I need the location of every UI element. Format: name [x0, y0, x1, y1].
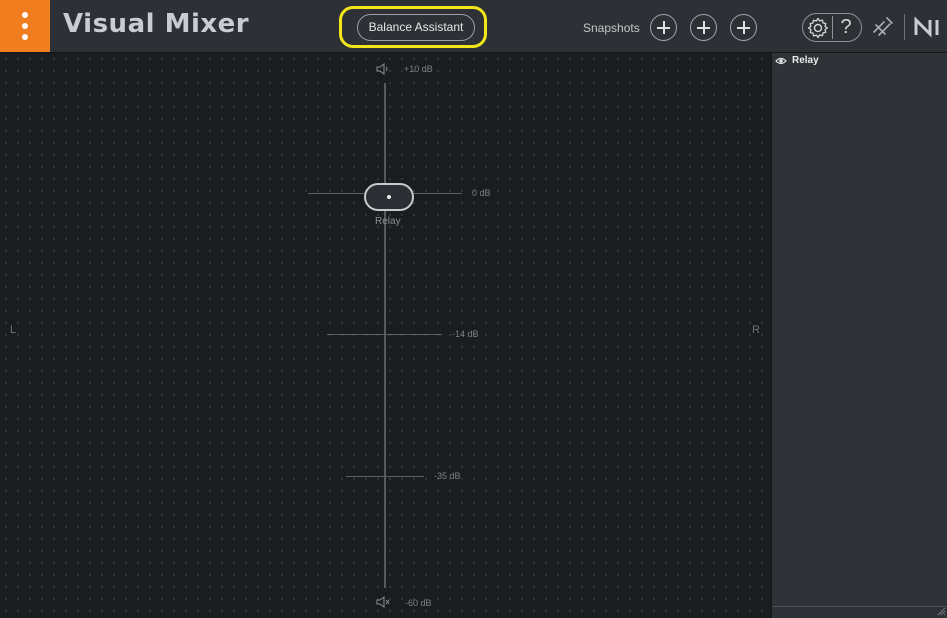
gear-icon[interactable] [806, 16, 830, 40]
track-knob[interactable] [364, 183, 414, 211]
snapshot-slot-2-button[interactable] [690, 14, 717, 41]
minus35-db-line [346, 476, 424, 477]
balance-assistant-button[interactable]: Balance Assistant [357, 14, 475, 41]
plugin-link-icon[interactable] [870, 14, 896, 40]
snapshot-slot-1-button[interactable] [650, 14, 677, 41]
pan-right-label: R [752, 324, 760, 336]
speaker-icon [376, 63, 388, 75]
panel-divider [772, 606, 947, 607]
mixer-stage[interactable]: +10 dB 0 dB -14 dB -35 dB -60 dB L R Rel… [0, 53, 770, 618]
menu-button[interactable] [0, 0, 50, 52]
track-list-panel: Relay [771, 53, 947, 618]
db-label-bottom: -60 dB [405, 598, 432, 608]
group-divider [832, 16, 833, 39]
db-label-minus14: -14 dB [452, 329, 479, 339]
track-name: Relay [792, 55, 819, 66]
app-title: Visual Mixer [63, 9, 250, 39]
snapshot-slot-3-button[interactable] [730, 14, 757, 41]
ni-logo-icon [914, 16, 939, 38]
header-separator [904, 14, 905, 40]
snapshots-label: Snapshots [583, 21, 640, 35]
track-list-item[interactable]: Relay [772, 53, 947, 71]
volume-axis [384, 83, 386, 588]
db-label-zero: 0 dB [472, 188, 491, 198]
track-knob-label: Relay [375, 216, 401, 227]
resize-grip-icon[interactable] [936, 606, 946, 616]
db-label-top: +10 dB [404, 64, 433, 74]
menu-icon [22, 12, 28, 18]
db-label-minus35: -35 dB [434, 471, 461, 481]
header-bar: Visual Mixer Balance Assistant Snapshots… [0, 0, 947, 53]
help-icon[interactable]: ? [834, 15, 858, 39]
knob-center-dot [387, 195, 391, 199]
speaker-mute-icon [376, 596, 390, 608]
minus14-db-line [327, 334, 442, 335]
eye-icon[interactable] [775, 56, 787, 66]
menu-icon-dot [22, 23, 28, 29]
pan-left-label: L [10, 324, 17, 336]
menu-icon-dot [22, 34, 28, 40]
